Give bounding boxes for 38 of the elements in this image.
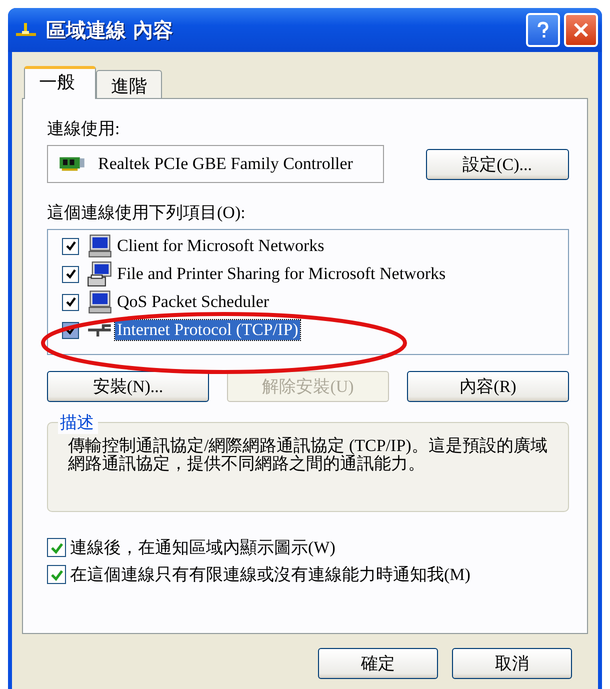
- computer-printer-icon: [87, 261, 113, 287]
- checkbox[interactable]: [47, 538, 66, 557]
- list-action-button[interactable]: 內容(R): [407, 371, 569, 402]
- checkbox[interactable]: [62, 238, 79, 254]
- checkbox[interactable]: [47, 565, 66, 584]
- tab[interactable]: 一般: [24, 66, 96, 99]
- close-button[interactable]: [564, 13, 598, 47]
- help-button[interactable]: [526, 13, 560, 47]
- checkbox[interactable]: [62, 294, 79, 310]
- tab[interactable]: 進階: [96, 70, 162, 98]
- computer-icon: [87, 289, 113, 315]
- description-legend: 描述: [58, 411, 98, 434]
- component-item[interactable]: File and Printer Sharing for Microsoft Networks: [115, 264, 448, 284]
- configure-button[interactable]: 設定(C)...: [426, 148, 569, 180]
- checkmark-icon: [64, 240, 76, 252]
- connect-using-label: 連線使用:: [47, 118, 121, 140]
- checkmark-icon: [50, 540, 64, 554]
- dialog-button[interactable]: 確定: [318, 648, 438, 679]
- checkmark-icon: [64, 296, 76, 308]
- components-label: 這個連線使用下列項目(O):: [47, 202, 246, 224]
- component-item[interactable]: QoS Packet Scheduler: [115, 292, 272, 312]
- close-icon: [571, 20, 591, 40]
- option-label: 連線後，在通知區域內顯示圖示(W): [70, 537, 336, 559]
- network-card-icon: [58, 155, 86, 173]
- adapter-name: Realtek PCIe GBE Family Controller: [98, 154, 353, 174]
- window-title: 區域連線 內容: [46, 16, 174, 44]
- checkmark-icon: [64, 268, 76, 280]
- list-action-button[interactable]: 安裝(N)...: [47, 371, 209, 402]
- description-text: 傳輸控制通訊協定/網際網路通訊協定 (TCP/IP)。這是預設的廣域網路通訊協定，提供不同網路之間的通訊能力。: [68, 437, 548, 473]
- computer-icon: [87, 233, 113, 259]
- network-cable-icon: [87, 324, 113, 336]
- dialog-button[interactable]: 取消: [452, 648, 572, 679]
- checkbox[interactable]: [62, 266, 79, 282]
- component-item[interactable]: Internet Protocol (TCP/IP): [115, 320, 300, 340]
- option-label: 在這個連線只有有限連線或沒有連線能力時通知我(M): [70, 564, 470, 586]
- network-connection-icon: [14, 22, 38, 38]
- component-item[interactable]: Client for Microsoft Networks: [115, 236, 326, 256]
- checkmark-icon: [50, 568, 64, 582]
